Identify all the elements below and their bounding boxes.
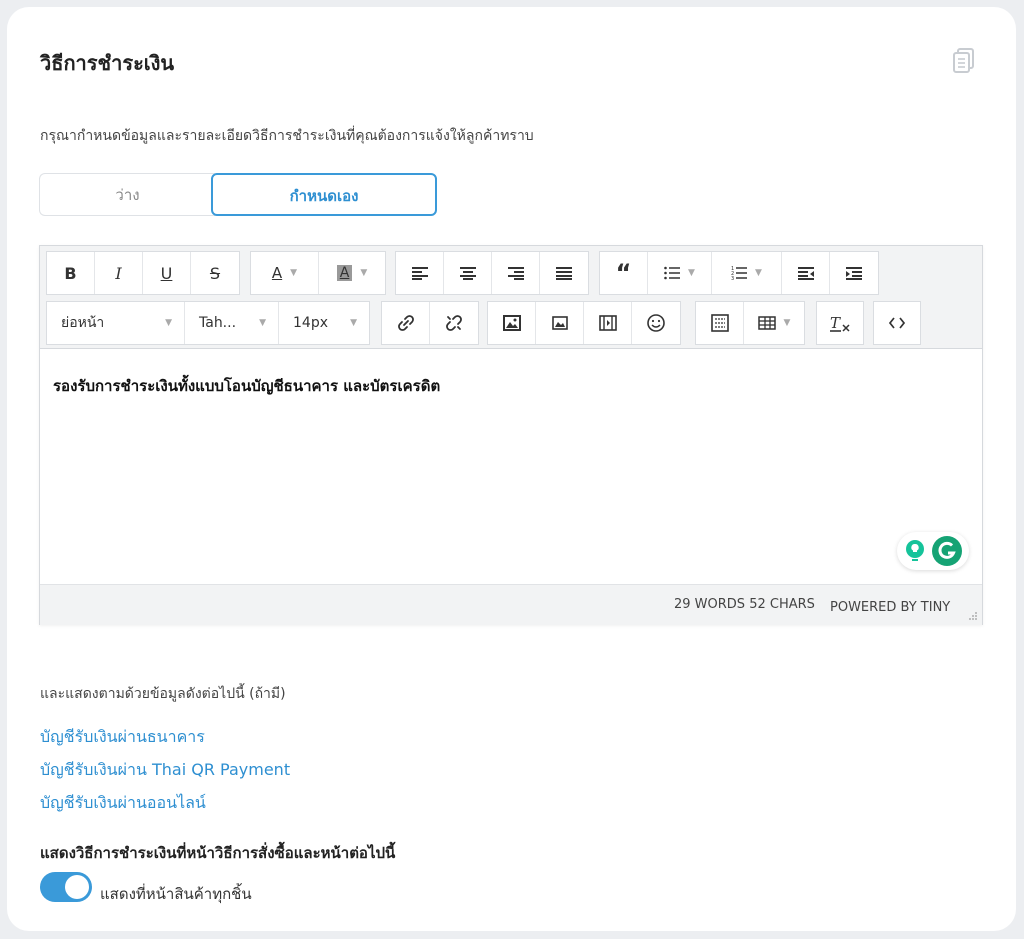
grammarly-icon — [932, 536, 962, 566]
table-icon[interactable]: ▼ — [744, 302, 804, 344]
text-color-button[interactable]: A ▼ — [251, 252, 319, 294]
word-count[interactable]: 29 WORDS 52 CHARS — [674, 597, 815, 612]
background-color-button[interactable]: A ▼ — [319, 252, 385, 294]
mode-switch: ว่าง กำหนดเอง — [39, 173, 437, 218]
emoticon-icon[interactable] — [632, 302, 680, 344]
grammarly-widget[interactable] — [897, 532, 969, 570]
outdent-icon[interactable] — [782, 252, 830, 294]
editor-statusbar: 29 WORDS 52 CHARS POWERED BY TINY — [40, 584, 982, 625]
thai-qr-payment-link[interactable]: บัญชีรับเงินผ่าน Thai QR Payment — [40, 758, 290, 783]
align-left-icon[interactable] — [396, 252, 444, 294]
rich-text-editor: B I U S A ▼ A ▼ “ ▼ 1 2 3 ▼ ย่อหน้า ▼ Ta… — [39, 245, 983, 625]
chevron-down-icon: ▼ — [783, 318, 791, 328]
template-icon[interactable] — [696, 302, 744, 344]
color-group: A ▼ A ▼ — [250, 251, 386, 295]
editor-content[interactable]: รองรับการชำระเงินทั้งแบบโอนบัญชีธนาคาร แ… — [53, 374, 440, 398]
toggle-knob — [65, 875, 89, 899]
code-group — [873, 301, 921, 345]
media-icon[interactable] — [584, 302, 632, 344]
font-size-select[interactable]: 14px ▼ — [279, 302, 369, 344]
italic-button[interactable]: I — [95, 252, 143, 294]
editor-toolbar: B I U S A ▼ A ▼ “ ▼ 1 2 3 ▼ ย่อหน้า ▼ Ta… — [40, 246, 982, 349]
numbered-list-icon[interactable]: 1 2 3 ▼ — [712, 252, 782, 294]
clear-format-icon[interactable]: T — [817, 302, 863, 344]
align-group — [395, 251, 589, 295]
list-group: “ ▼ 1 2 3 ▼ — [599, 251, 879, 295]
lightbulb-icon — [906, 540, 924, 561]
display-heading: แสดงวิธีการชำระเงินที่หน้าวิธีการสั่งซื้… — [40, 844, 396, 862]
blockquote-icon[interactable]: “ — [600, 252, 648, 294]
chevron-down-icon: ▼ — [165, 318, 172, 328]
image-icon[interactable] — [536, 302, 584, 344]
blocks-select[interactable]: ย่อหน้า ▼ — [47, 302, 185, 344]
resize-handle-icon[interactable] — [968, 611, 978, 621]
show-all-products-toggle[interactable] — [40, 872, 92, 902]
image-icon[interactable] — [488, 302, 536, 344]
bullet-list-icon[interactable]: ▼ — [648, 252, 712, 294]
payment-method-card: วิธีการชำระเงิน กรุณากำหนดข้อมูลและรายละ… — [7, 7, 1016, 931]
mode-option-empty[interactable]: ว่าง — [39, 173, 215, 216]
font-family-select[interactable]: Tah... ▼ — [185, 302, 279, 344]
chevron-down-icon: ▼ — [755, 268, 762, 278]
page-description: กรุณากำหนดข้อมูลและรายละเอียดวิธีการชำระ… — [40, 128, 534, 144]
media-group — [487, 301, 681, 345]
clear-format-group: T — [816, 301, 864, 345]
svg-text:3: 3 — [731, 276, 734, 280]
unlink-icon[interactable] — [430, 302, 478, 344]
insert-group: ▼ — [695, 301, 805, 345]
chevron-down-icon: ▼ — [360, 268, 368, 278]
link-icon[interactable] — [382, 302, 430, 344]
mode-option-custom[interactable]: กำหนดเอง — [211, 173, 437, 216]
link-group — [381, 301, 479, 345]
toggle-label: แสดงที่หน้าสินค้าทุกชิ้น — [100, 885, 252, 903]
chevron-down-icon: ▼ — [259, 318, 266, 328]
strikethrough-button[interactable]: S — [191, 252, 239, 294]
extra-info-label: และแสดงตามด้วยข้อมูลดังต่อไปนี้ (ถ้ามี) — [40, 686, 286, 702]
chevron-down-icon: ▼ — [350, 318, 357, 328]
chevron-down-icon: ▼ — [290, 268, 298, 278]
indent-icon[interactable] — [830, 252, 878, 294]
copy-icon[interactable] — [951, 47, 977, 75]
online-payment-link[interactable]: บัญชีรับเงินผ่านออนไลน์ — [40, 791, 206, 816]
code-icon[interactable] — [874, 302, 920, 344]
align-right-icon[interactable] — [492, 252, 540, 294]
bank-account-link[interactable]: บัญชีรับเงินผ่านธนาคาร — [40, 725, 205, 750]
page-title: วิธีการชำระเงิน — [40, 51, 175, 75]
bold-button[interactable]: B — [47, 252, 95, 294]
chevron-down-icon: ▼ — [688, 268, 695, 278]
align-center-icon[interactable] — [444, 252, 492, 294]
style-group: ย่อหน้า ▼ Tah... ▼ 14px ▼ — [46, 301, 370, 345]
format-group: B I U S — [46, 251, 240, 295]
svg-text:T: T — [830, 314, 841, 332]
align-justify-icon[interactable] — [540, 252, 588, 294]
powered-by-link[interactable]: POWERED BY TINY — [830, 600, 950, 615]
underline-button[interactable]: U — [143, 252, 191, 294]
